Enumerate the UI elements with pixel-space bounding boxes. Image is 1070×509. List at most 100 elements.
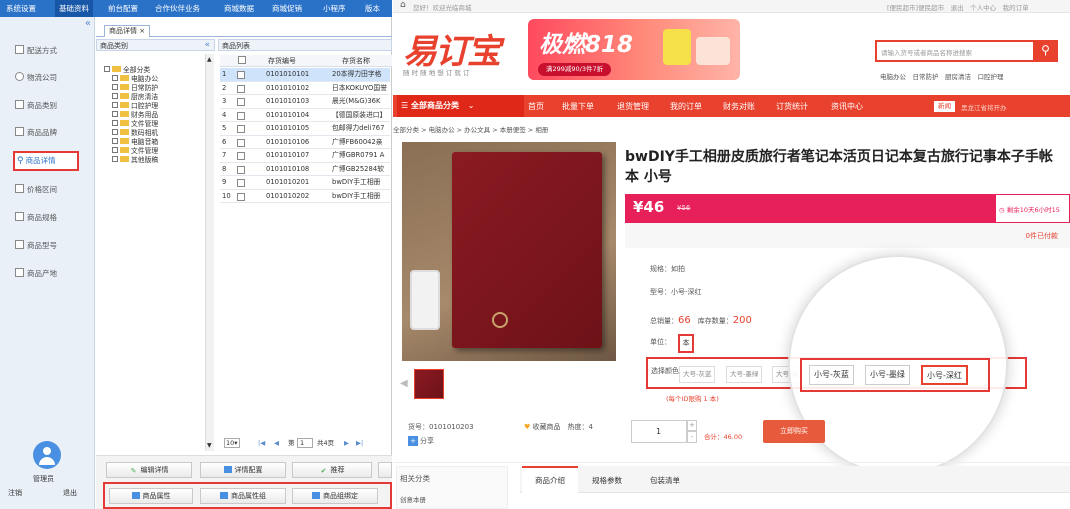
tree-node[interactable]: 日常防护 [112,84,158,93]
color-option-large[interactable]: 小号-墨绿 [865,365,910,385]
table-row[interactable]: 1 0101010101 20本得力田字格 [220,68,390,82]
page-size-select[interactable]: 10▾ [224,438,240,448]
product-image[interactable] [402,142,616,361]
sidebar-item-price-range[interactable]: 价格区间 [15,180,81,200]
sidebar-collapse-button[interactable]: « [0,17,95,31]
edit-detail-button[interactable]: ✎ 编辑详情 [106,462,192,478]
tab-product-detail[interactable]: 商品详情 × [104,25,151,37]
row-checkbox[interactable] [237,152,245,160]
buy-now-button[interactable]: 立即购买 [763,420,825,443]
sidebar-item-spec[interactable]: 商品规格 [15,208,81,228]
sidebar-item-detail[interactable]: ⚲ 商品详情 [13,151,79,171]
share-button[interactable]: + 分享 [408,436,434,446]
select-all-checkbox[interactable] [238,56,246,64]
tree-node[interactable]: 其他版稿 [112,156,158,165]
nav-mall-data[interactable]: 商城数据 [224,0,254,17]
row-checkbox[interactable] [237,111,245,120]
row-checkbox[interactable] [237,138,245,147]
breadcrumb[interactable]: 全部分类 > 电脑办公 > 办公文具 > 本册便签 > 相册 [393,124,548,134]
scroll-down-icon[interactable]: ▼ [207,442,212,449]
last-page-icon[interactable]: ▶| [356,437,363,449]
thumbnail[interactable] [414,369,444,399]
row-checkbox[interactable] [237,84,245,93]
next-page-icon[interactable]: ▶ [344,437,349,449]
hot-keywords[interactable]: 电脑办公 日常防护 厨房清洁 口腔护理 [880,71,1004,81]
table-row[interactable]: 6 0101010106 广博FB60042亲 [220,136,390,149]
tree-node[interactable]: 口腔护理 [112,102,158,111]
tree-node[interactable]: 全部分类 [104,66,150,75]
unit-option[interactable]: 本 [678,334,694,353]
nav-news[interactable]: 资讯中心 [831,101,863,112]
tree-collapse-button[interactable]: « [204,40,210,51]
table-row[interactable]: 8 0101010108 广博GB25284软 [220,163,390,176]
prev-thumb-icon[interactable]: ◀ [400,378,408,389]
nav-my-orders[interactable]: 我的订单 [670,101,702,112]
table-row[interactable]: 9 0101010201 bwDIY手工相册 [220,176,390,190]
all-categories-button[interactable]: ☰ 全部商品分类 ⌄ [397,95,524,117]
more-button[interactable] [378,462,392,478]
nav-stats[interactable]: 订货统计 [776,101,808,112]
tab-specs[interactable]: 规格参数 [592,475,622,486]
exit-link[interactable]: 退出 [63,488,77,498]
table-row[interactable]: 3 0101010103 晨光(M&G)36K [220,95,390,109]
nav-mall-promo[interactable]: 商城促销 [272,0,302,17]
row-checkbox[interactable] [237,165,245,174]
sidebar-item-logistics[interactable]: 物流公司 [15,68,81,88]
sidebar-item-origin[interactable]: 商品产地 [15,264,81,284]
color-option-large[interactable]: 小号-灰蓝 [809,365,854,385]
row-checkbox[interactable] [237,192,245,201]
color-option[interactable]: 大号-墨绿 [726,366,763,383]
tab-intro[interactable]: 商品介绍 [522,466,578,493]
row-checkbox[interactable] [237,179,245,187]
qty-minus-button[interactable]: - [687,431,697,443]
table-row[interactable]: 2 0101010102 日本KOKUYO国誉 [220,82,390,95]
detail-config-button[interactable]: 详情配置 [200,462,286,478]
nav-partner-business[interactable]: 合作伙伴业务 [155,0,200,17]
first-page-icon[interactable]: |◀ [258,437,265,449]
scroll-up-icon[interactable]: ▲ [207,56,212,63]
table-row[interactable]: 4 0101010104 【德国原装进口】 [220,109,390,122]
nav-finance[interactable]: 财务对账 [723,101,755,112]
tree-node[interactable]: 厨房清洁 [112,93,158,102]
tree-node[interactable]: 数码相机 [112,129,158,138]
search-button[interactable]: ⚲ [1033,40,1058,62]
sidebar-item-category[interactable]: 商品类别 [15,96,81,116]
nav-basic-data[interactable]: 基础资料 [55,0,93,17]
table-row[interactable]: 7 0101010107 广博GBR0791 A [220,149,390,163]
sidebar-item-model[interactable]: 商品型号 [15,236,81,256]
nav-bulk-order[interactable]: 批量下单 [562,101,594,112]
color-option[interactable]: 大号-灰蓝 [679,366,716,383]
row-checkbox[interactable] [237,98,245,106]
favorite-button[interactable]: ♥ 收藏商品 热度：4 [524,422,593,432]
color-option-large-selected[interactable]: 小号-深红 [921,365,968,385]
tree-scrollbar[interactable]: ▲ ▼ [205,54,214,451]
related-link[interactable]: 创意本册 [400,494,426,504]
nav-mini-program[interactable]: 小程序 [323,0,346,17]
shop-logo[interactable]: 易订宝 [403,24,501,73]
user-links[interactable]: [便民超市]便民超市 退出 个人中心 我的订单 [887,2,1029,12]
news-ticker[interactable]: 黑龙江省将开办 [961,102,1007,112]
nav-frontend-config[interactable]: 前台配置 [108,0,138,17]
tab-package[interactable]: 包装清单 [650,475,680,486]
home-icon[interactable]: ⌂ [400,0,406,10]
tree-node[interactable]: 财务用品 [112,111,158,120]
product-attr-group-button[interactable]: 商品属性组 [200,488,286,504]
page-input[interactable]: 1 [297,438,313,448]
nav-version[interactable]: 版本 [365,0,380,17]
sidebar-item-brand[interactable]: 商品品牌 [15,123,81,143]
prev-page-icon[interactable]: ◀ [274,437,279,449]
search-input[interactable]: 请输入货号或者商品名称进搜索 [875,40,1035,62]
tree-node[interactable]: 电脑音箱 [112,138,158,147]
row-checkbox[interactable] [237,125,245,133]
nav-system-settings[interactable]: 系统设置 [6,0,36,17]
tree-node[interactable]: 文件管理 [112,147,158,156]
recommend-button[interactable]: ✔ 推荐 [292,462,372,478]
qty-plus-button[interactable]: + [687,420,697,431]
product-group-bind-button[interactable]: 商品组绑定 [292,488,378,504]
logout-link[interactable]: 注销 [8,488,22,498]
quantity-input[interactable]: 1 [631,420,687,443]
tree-node[interactable]: 电脑办公 [112,75,158,84]
nav-returns[interactable]: 退货管理 [617,101,649,112]
table-row[interactable]: 10 0101010202 bwDIY手工相册 [220,190,390,203]
nav-home[interactable]: 首页 [528,101,544,112]
